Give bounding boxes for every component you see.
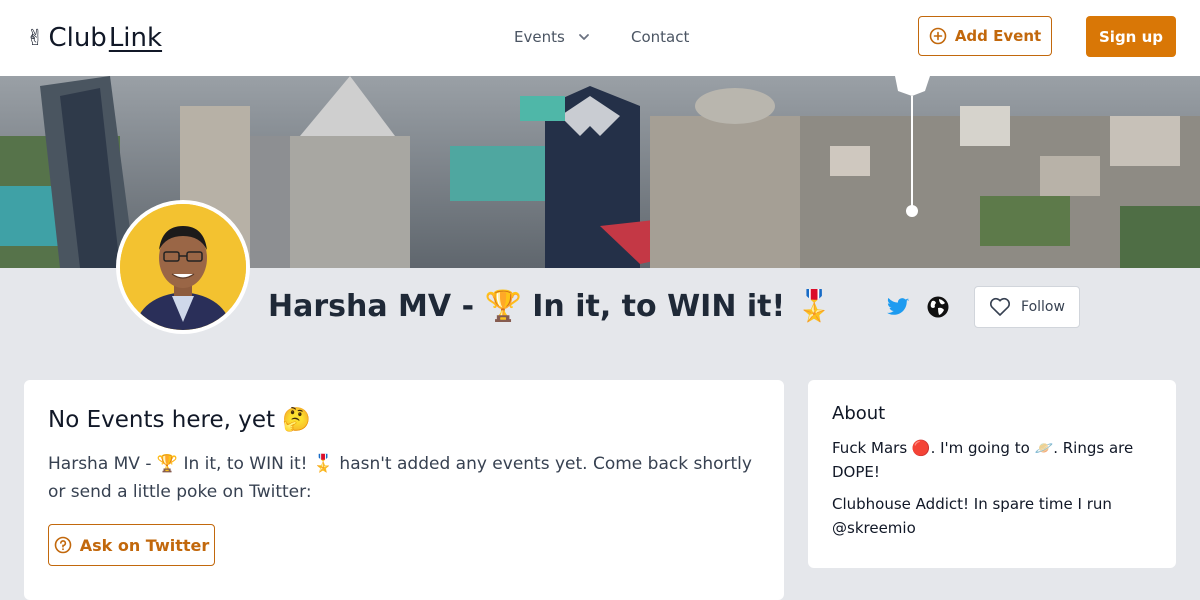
about-heading: About xyxy=(832,403,886,424)
website-link[interactable] xyxy=(926,295,950,319)
sign-up-button[interactable]: Sign up xyxy=(1086,16,1176,57)
no-events-heading: No Events here, yet 🤔 xyxy=(48,407,311,433)
nav-events-label: Events xyxy=(514,28,565,46)
about-card: About Fuck Mars 🔴. I'm going to 🪐. Rings… xyxy=(808,380,1176,568)
nav-events-dropdown[interactable]: Events xyxy=(514,26,591,48)
ask-on-twitter-label: Ask on Twitter xyxy=(79,535,210,555)
ask-on-twitter-button[interactable]: Ask on Twitter xyxy=(48,524,215,566)
chevron-down-icon xyxy=(578,34,589,40)
nav-contact-link[interactable]: Contact xyxy=(631,26,689,48)
logo-text-club: Club xyxy=(48,23,107,53)
about-bio-line-2: Clubhouse Addict! In spare time I run @s… xyxy=(832,495,1112,537)
add-event-label: Add Event xyxy=(954,27,1042,45)
globe-icon xyxy=(927,296,949,318)
about-bio-line-1: Fuck Mars 🔴. I'm going to 🪐. Rings are D… xyxy=(832,439,1134,481)
plus-circle-icon xyxy=(929,27,947,45)
no-events-message: Harsha MV - 🏆 In it, to WIN it! 🎖️ hasn'… xyxy=(48,454,752,502)
clublink-logo[interactable]: ✌ Club Link xyxy=(26,20,162,56)
question-circle-icon xyxy=(54,536,72,554)
avatar-photo xyxy=(120,204,246,330)
twitter-profile-link[interactable] xyxy=(886,295,910,319)
victory-hand-icon: ✌ xyxy=(26,25,45,51)
profile-name-heading: Harsha MV - 🏆 In it, to WIN it! 🎖️ xyxy=(268,289,833,324)
logo-text-link: Link xyxy=(108,23,163,53)
follow-label: Follow xyxy=(1021,299,1065,315)
events-card: No Events here, yet 🤔 Harsha MV - 🏆 In i… xyxy=(24,380,784,600)
heart-icon xyxy=(990,297,1011,316)
profile-avatar xyxy=(116,200,250,334)
add-event-button[interactable]: Add Event xyxy=(918,16,1052,56)
follow-button[interactable]: Follow xyxy=(974,286,1080,328)
top-navbar: ✌ Club Link Events Contact Add Event Sign… xyxy=(0,0,1200,77)
twitter-icon xyxy=(887,297,909,315)
